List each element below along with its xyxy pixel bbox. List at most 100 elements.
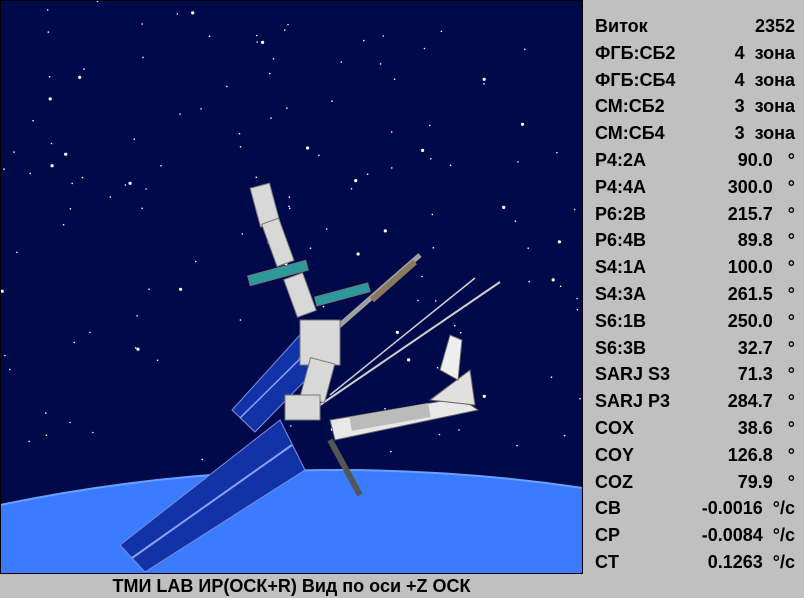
- star: [89, 331, 91, 334]
- star: [241, 233, 244, 235]
- star: [269, 72, 271, 75]
- star: [69, 421, 71, 424]
- star: [423, 47, 426, 50]
- star: [4, 354, 6, 357]
- star: [431, 213, 434, 216]
- star: [458, 429, 460, 431]
- star: [128, 181, 132, 185]
- star: [557, 240, 562, 244]
- telemetry-value: 4 зона: [734, 69, 795, 90]
- telemetry-row: Виток 2352: [595, 16, 795, 43]
- telemetry-value: 300.0 °: [727, 176, 795, 197]
- star: [141, 23, 143, 25]
- star: [482, 77, 486, 81]
- star: [62, 223, 65, 226]
- telemetry-value: 3 зона: [734, 96, 795, 117]
- star: [354, 179, 358, 183]
- telemetry-label: CT: [595, 552, 619, 572]
- star: [356, 252, 360, 256]
- star: [283, 29, 286, 31]
- star: [136, 315, 138, 317]
- telemetry-value: 284.7 °: [727, 391, 795, 412]
- telemetry-value: 32.7 °: [737, 337, 795, 358]
- telemetry-label: P6:4B: [595, 230, 647, 251]
- star: [563, 434, 566, 437]
- star: [179, 287, 183, 291]
- star: [318, 154, 320, 157]
- star: [194, 260, 197, 263]
- star: [50, 142, 53, 145]
- star: [239, 319, 242, 321]
- star: [520, 122, 525, 126]
- telemetry-value: 4 зона: [734, 42, 795, 63]
- star: [556, 151, 558, 154]
- telemetry-label: S4:1A: [595, 257, 647, 278]
- star: [64, 152, 68, 156]
- telemetry-label: P4:2A: [595, 150, 647, 170]
- telemetry-row: SARJ P3 284.7 °: [595, 391, 795, 418]
- star: [29, 172, 32, 175]
- star: [514, 220, 517, 222]
- star: [559, 285, 562, 288]
- star: [3, 168, 5, 170]
- star: [156, 359, 159, 362]
- star: [83, 68, 85, 70]
- telemetry-row: SARJ S3 71.3 °: [595, 364, 795, 391]
- star: [50, 164, 54, 168]
- telemetry-row: СМ:СБ2 3 зона: [595, 96, 795, 123]
- telemetry-row: CP -0.0084 °/c: [595, 525, 795, 552]
- star: [238, 132, 241, 135]
- star: [516, 444, 518, 447]
- star: [527, 247, 529, 249]
- telemetry-row: S4:3A 261.5 °: [595, 284, 795, 311]
- telemetry-label: P6:2B: [595, 203, 647, 224]
- star: [306, 146, 310, 150]
- star: [524, 48, 526, 51]
- star: [454, 324, 456, 327]
- star: [200, 108, 202, 110]
- telemetry-row: COY 126.8 °: [595, 445, 795, 472]
- telemetry-label: ФГБ:СБ4: [595, 69, 676, 90]
- star: [270, 117, 272, 119]
- star: [71, 182, 73, 185]
- telemetry-row: S4:1A 100.0 °: [595, 257, 795, 284]
- star: [255, 34, 258, 37]
- star: [421, 275, 423, 278]
- star: [73, 341, 75, 344]
- star: [551, 278, 555, 282]
- telemetry-value: 215.7 °: [727, 203, 795, 224]
- star: [48, 75, 51, 78]
- star: [579, 397, 581, 400]
- telemetry-value: 126.8 °: [727, 444, 795, 465]
- star: [92, 431, 94, 434]
- star: [191, 11, 195, 15]
- telemetry-value: 3 зона: [734, 123, 795, 144]
- star: [255, 176, 258, 179]
- star: [434, 300, 437, 302]
- star: [390, 450, 392, 453]
- star: [261, 40, 265, 45]
- star: [69, 208, 72, 210]
- star: [395, 330, 399, 334]
- telemetry-label: P4:4A: [595, 176, 647, 197]
- star: [96, 0, 99, 3]
- star: [483, 83, 485, 85]
- star: [47, 31, 50, 33]
- star: [78, 75, 82, 79]
- star: [363, 39, 365, 42]
- star: [550, 376, 553, 379]
- star: [9, 368, 11, 371]
- star: [134, 347, 137, 349]
- star: [576, 308, 579, 311]
- star: [436, 366, 439, 369]
- star: [32, 119, 34, 122]
- telemetry-row: P6:4B 89.8 °: [595, 230, 795, 257]
- star: [407, 358, 411, 362]
- star: [48, 97, 52, 101]
- telemetry-label: S6:1B: [595, 310, 647, 331]
- star: [350, 188, 353, 190]
- star: [366, 173, 369, 175]
- telemetry-value: 2352: [754, 16, 795, 36]
- star: [502, 205, 506, 209]
- star: [382, 35, 385, 37]
